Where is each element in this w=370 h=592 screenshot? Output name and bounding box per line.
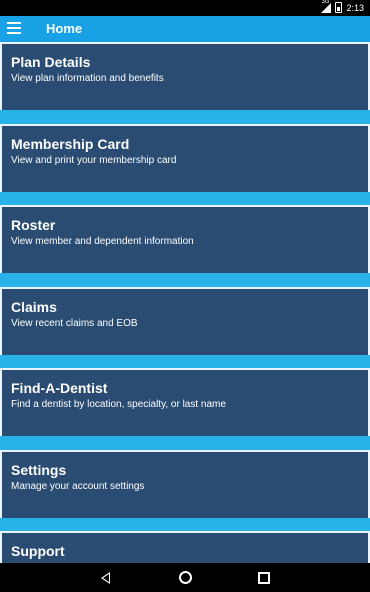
card-subtitle: View member and dependent information	[11, 236, 194, 247]
system-nav-bar	[0, 563, 370, 592]
support-card[interactable]: Support	[0, 531, 370, 563]
claims-card[interactable]: Claims View recent claims and EOB	[0, 287, 370, 355]
menu-list: Plan Details View plan information and b…	[0, 42, 370, 563]
back-triangle-icon[interactable]	[101, 572, 110, 584]
status-time: 2:13	[346, 2, 364, 13]
page-title: Home	[46, 21, 83, 36]
card-subtitle: Manage your account settings	[11, 481, 145, 492]
find-a-dentist-card[interactable]: Find-A-Dentist Find a dentist by locatio…	[0, 368, 370, 436]
card-subtitle: View and print your membership card	[11, 155, 177, 166]
card-subtitle: View recent claims and EOB	[11, 318, 138, 329]
hamburger-menu-icon[interactable]	[7, 22, 21, 34]
card-title: Find-A-Dentist	[11, 380, 108, 396]
card-title: Plan Details	[11, 54, 91, 70]
status-icons: 3G 2:13	[321, 0, 364, 13]
home-circle-icon[interactable]	[179, 571, 192, 584]
settings-card[interactable]: Settings Manage your account settings	[0, 450, 370, 518]
card-title: Claims	[11, 299, 57, 315]
card-subtitle: Find a dentist by location, specialty, o…	[11, 399, 226, 410]
plan-details-card[interactable]: Plan Details View plan information and b…	[0, 42, 370, 110]
card-subtitle: View plan information and benefits	[11, 73, 164, 84]
app-bar: Home	[0, 16, 370, 42]
roster-card[interactable]: Roster View member and dependent informa…	[0, 205, 370, 273]
recents-square-icon[interactable]	[258, 572, 270, 584]
status-bar: 3G 2:13	[0, 0, 370, 16]
membership-card-card[interactable]: Membership Card View and print your memb…	[0, 124, 370, 192]
card-title: Support	[11, 543, 65, 559]
card-title: Membership Card	[11, 136, 130, 152]
card-title: Settings	[11, 462, 67, 478]
signal-icon: 3G	[321, 0, 332, 13]
battery-icon	[335, 2, 343, 13]
network-type: 3G	[321, 0, 330, 5]
card-title: Roster	[11, 217, 56, 233]
